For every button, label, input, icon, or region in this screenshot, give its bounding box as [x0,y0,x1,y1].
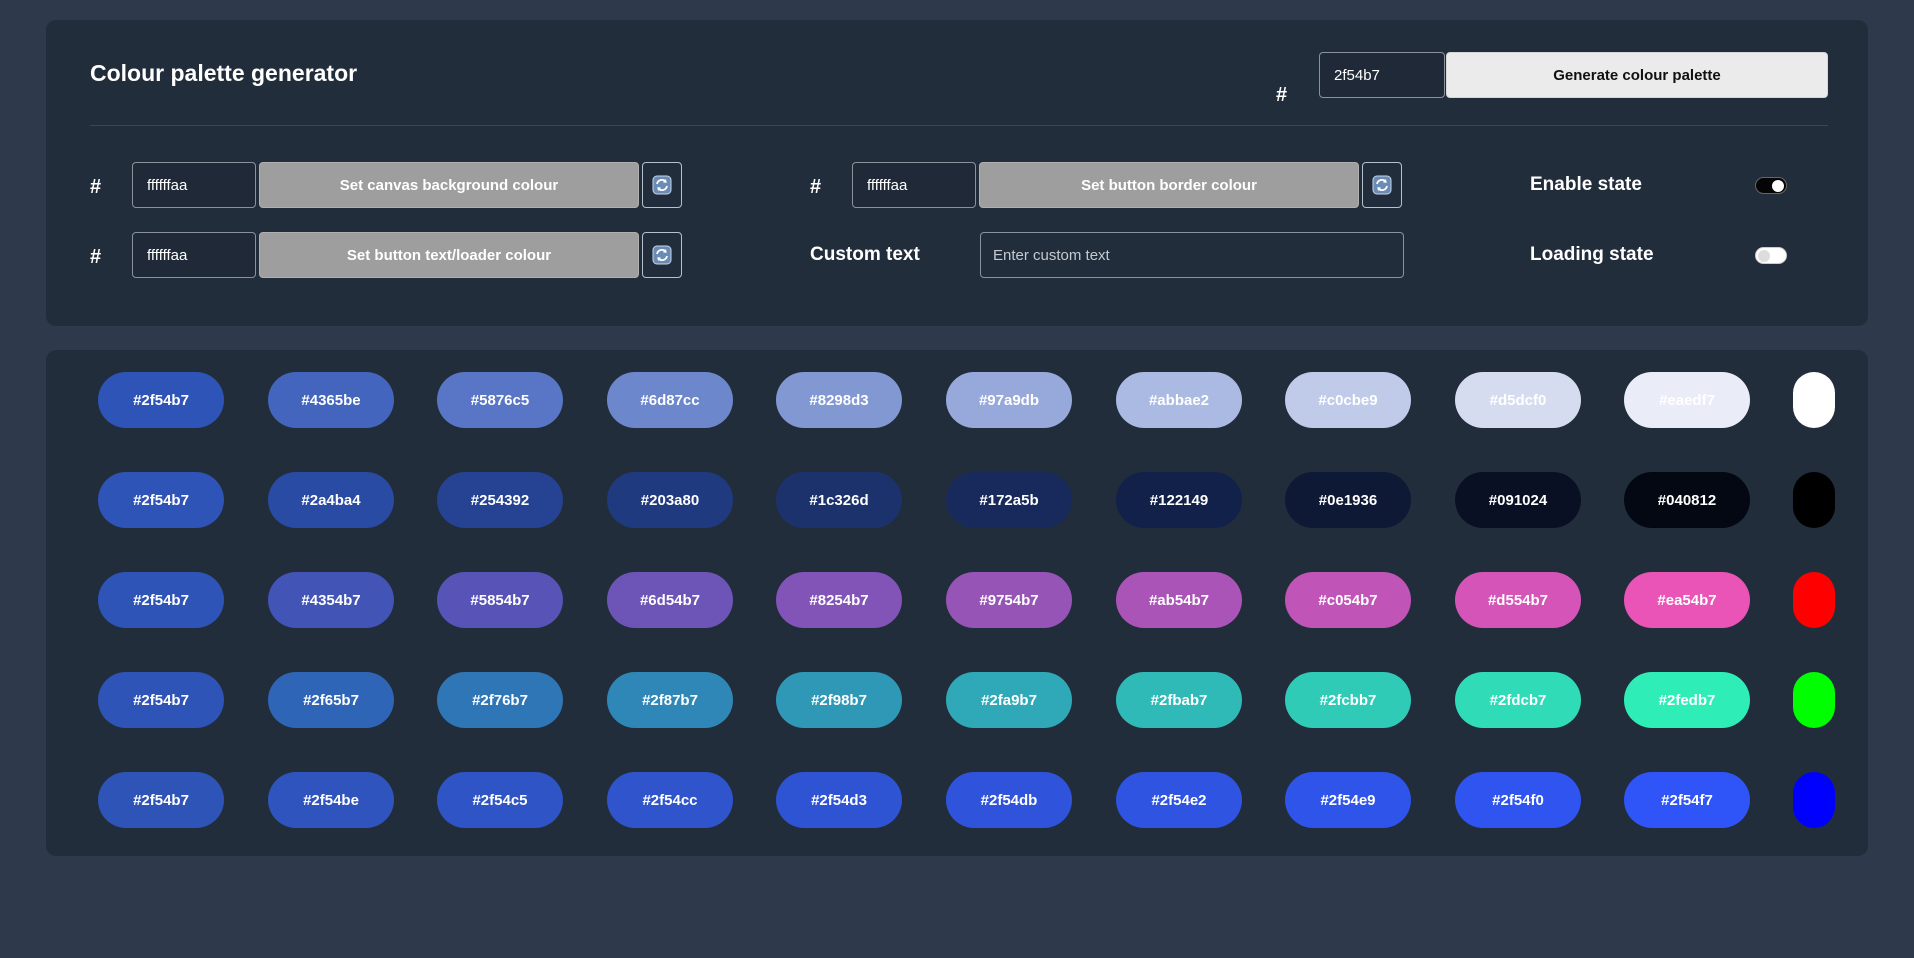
palette-swatch[interactable]: #2f54b7 [98,672,224,728]
palette-swatch[interactable]: #2f76b7 [437,672,563,728]
enable-state-label: Enable state [1530,174,1642,195]
divider [90,125,1828,126]
palette-swatch[interactable]: #122149 [1116,472,1242,528]
refresh-icon [1372,175,1392,195]
palette-swatch[interactable]: #172a5b [946,472,1072,528]
palette-swatch[interactable]: #2fdcb7 [1455,672,1581,728]
page-title: Colour palette generator [90,60,358,86]
palette-swatch[interactable]: #ea54b7 [1624,572,1750,628]
canvas-bg-refresh-button[interactable] [642,162,682,208]
palette-swatch[interactable]: #2f54b7 [98,772,224,828]
palette-swatch[interactable]: #2f54b7 [98,472,224,528]
palette-swatch[interactable]: #ab54b7 [1116,572,1242,628]
custom-text-input[interactable] [980,232,1404,278]
canvas-bg-colour-input[interactable] [132,162,256,208]
palette-swatch[interactable]: #2fa9b7 [946,672,1072,728]
set-button-border-button[interactable]: Set button border colour [979,162,1359,208]
base-colour-input[interactable] [1319,52,1445,98]
palette-swatch[interactable]: #2f87b7 [607,672,733,728]
palette-swatch[interactable]: #5876c5 [437,372,563,428]
palette-swatch[interactable]: #0e1936 [1285,472,1411,528]
palette-end-swatch[interactable] [1793,472,1835,528]
palette-swatch[interactable]: #203a80 [607,472,733,528]
set-button-text-button[interactable]: Set button text/loader colour [259,232,639,278]
palette-swatch[interactable]: #2f54f0 [1455,772,1581,828]
toggle-knob [1772,180,1784,192]
loading-state-label: Loading state [1530,244,1654,265]
button-text-refresh-button[interactable] [642,232,682,278]
set-canvas-bg-button[interactable]: Set canvas background colour [259,162,639,208]
palette-swatch[interactable]: #c054b7 [1285,572,1411,628]
palette-swatch[interactable]: #2fcbb7 [1285,672,1411,728]
palette-swatch[interactable]: #d554b7 [1455,572,1581,628]
palette-swatch[interactable]: #8298d3 [776,372,902,428]
refresh-icon [652,175,672,195]
refresh-icon [652,245,672,265]
button-text-colour-input[interactable] [132,232,256,278]
palette-swatch[interactable]: #2a4ba4 [268,472,394,528]
generate-palette-button[interactable]: Generate colour palette [1446,52,1828,98]
palette-swatch[interactable]: #2f98b7 [776,672,902,728]
palette-swatch[interactable]: #254392 [437,472,563,528]
palette-panel: #2f54b7 #4365be #5876c5 #6d87cc #8298d3 #97a9… [46,350,1868,856]
hash-label: # [1276,84,1288,106]
palette-swatch[interactable]: #2f54e2 [1116,772,1242,828]
palette-swatch[interactable]: #2f54e9 [1285,772,1411,828]
palette-swatch[interactable]: #1c326d [776,472,902,528]
palette-swatch[interactable]: #c0cbe9 [1285,372,1411,428]
enable-state-toggle[interactable] [1755,177,1787,194]
palette-swatch[interactable]: #2f54f7 [1624,772,1750,828]
button-border-colour-input[interactable] [852,162,976,208]
palette-end-swatch[interactable] [1793,672,1835,728]
palette-swatch[interactable]: #4354b7 [268,572,394,628]
palette-swatch[interactable]: #2f54cc [607,772,733,828]
palette-end-swatch[interactable] [1793,572,1835,628]
palette-swatch[interactable]: #9754b7 [946,572,1072,628]
palette-swatch[interactable]: #4365be [268,372,394,428]
palette-swatch[interactable]: #6d87cc [607,372,733,428]
custom-text-label: Custom text [810,244,920,265]
palette-swatch[interactable]: #5854b7 [437,572,563,628]
hash-label: # [90,246,102,268]
palette-swatch[interactable]: #2fedb7 [1624,672,1750,728]
palette-swatch[interactable]: #eaedf7 [1624,372,1750,428]
palette-swatch[interactable]: #abbae2 [1116,372,1242,428]
palette-swatch[interactable]: #2f54c5 [437,772,563,828]
palette-swatch[interactable]: #2f54be [268,772,394,828]
palette-swatch[interactable]: #2f65b7 [268,672,394,728]
hash-label: # [90,176,102,198]
palette-swatch[interactable]: #091024 [1455,472,1581,528]
hash-label: # [810,176,822,198]
palette-end-swatch[interactable] [1793,772,1835,828]
palette-swatch[interactable]: #2f54b7 [98,372,224,428]
loading-state-toggle[interactable] [1755,247,1787,264]
palette-swatch[interactable]: #040812 [1624,472,1750,528]
button-border-refresh-button[interactable] [1362,162,1402,208]
palette-swatch[interactable]: #2f54db [946,772,1072,828]
controls-panel: Colour palette generator # Generate colo… [46,20,1868,326]
toggle-knob [1758,250,1770,262]
palette-swatch[interactable]: #2f54d3 [776,772,902,828]
palette-swatch[interactable]: #2fbab7 [1116,672,1242,728]
palette-swatch[interactable]: #97a9db [946,372,1072,428]
palette-swatch[interactable]: #8254b7 [776,572,902,628]
palette-swatch[interactable]: #6d54b7 [607,572,733,628]
palette-swatch[interactable]: #d5dcf0 [1455,372,1581,428]
palette-end-swatch[interactable] [1793,372,1835,428]
palette-swatch[interactable]: #2f54b7 [98,572,224,628]
